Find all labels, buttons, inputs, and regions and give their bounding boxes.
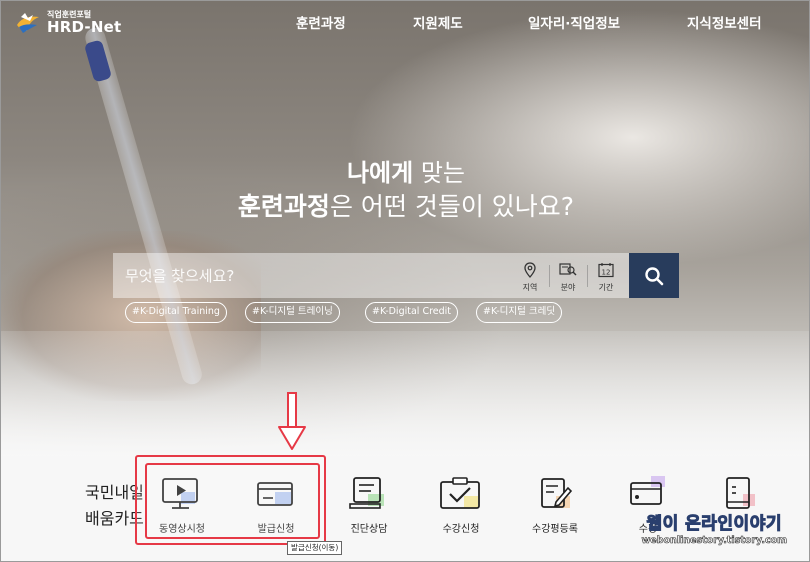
headline-line-2: 훈련과정은 어떤 것들이 있나요? (1, 188, 809, 226)
search-icon (645, 267, 664, 286)
hero-headline: 나에게 맞는 훈련과정은 어떤 것들이 있나요? (1, 158, 809, 226)
filter-field-label: 분야 (560, 283, 576, 292)
headline-line-2-rest: 은 어떤 것들이 있나요? (329, 192, 575, 221)
checklist-icon (440, 477, 480, 509)
review-pencil-icon (541, 478, 573, 508)
consult-screen-icon (349, 477, 384, 509)
service-diagnosis-consult[interactable]: 진단상담 (324, 474, 414, 535)
tag-k-digital-credit[interactable]: #K-Digital Credit (365, 302, 459, 323)
service-course-review[interactable]: 수강평등록 (510, 474, 600, 535)
headline-line-1-bold: 나에게 (346, 159, 414, 187)
headline-line-1: 나에게 맞는 (1, 158, 809, 188)
service-course-review-label: 수강평등록 (532, 524, 578, 535)
filter-region-button[interactable]: 지역 (511, 253, 549, 298)
service-diagnosis-consult-label: 진단상담 (350, 524, 388, 535)
calendar-day-text: 12 (602, 269, 611, 277)
headline-line-2-bold: 훈련과정 (237, 192, 330, 221)
highlight-inner-box (145, 463, 320, 539)
search-bar: 지역 분야 12 기간 (113, 253, 679, 298)
card-application-tooltip: 발급신청(이동) (287, 541, 343, 555)
tag-k-digital-training-kr[interactable]: #K-디지털 트레이닝 (245, 302, 340, 323)
document-icon (726, 477, 755, 509)
service-course-registration-label: 수강신청 (442, 524, 480, 535)
nav-knowledge-center[interactable]: 지식정보센터 (687, 12, 762, 32)
search-input[interactable] (113, 253, 511, 298)
service-document[interactable] (693, 474, 783, 514)
nav-job-info[interactable]: 일자리·직업정보 (528, 12, 620, 32)
location-pin-icon (524, 262, 536, 278)
top-navigation: 직업훈련포털 HRD-Net 훈련과정 지원제도 일자리·직업정보 지식정보센터 (1, 1, 809, 43)
nav-support-system[interactable]: 지원제도 (413, 12, 463, 32)
search-button[interactable] (629, 253, 679, 298)
tag-k-digital-training[interactable]: #K-Digital Training (125, 302, 227, 323)
watermark-url: webonlinestory.tistory.com (641, 535, 787, 547)
watermark-title: 웹이 온라인이야기 (646, 514, 782, 535)
calendar-icon: 12 (598, 263, 614, 278)
hero-background (1, 1, 809, 456)
course-history-icon (630, 476, 665, 505)
logo-name-text: HRD-Net (47, 18, 122, 36)
tag-k-digital-credit-kr[interactable]: #K-디지털 크레딧 (476, 302, 563, 323)
paper-image (1, 331, 809, 456)
field-search-icon (559, 263, 577, 276)
headline-line-1-rest: 맞는 (413, 159, 466, 187)
filter-field-button[interactable]: 분야 (549, 253, 587, 298)
service-course-registration[interactable]: 수강신청 (416, 474, 506, 535)
filter-period-button[interactable]: 12 기간 (587, 253, 625, 298)
filter-region-label: 지역 (522, 283, 538, 292)
page-frame: 직업훈련포털 HRD-Net 훈련과정 지원제도 일자리·직업정보 지식정보센터… (0, 0, 810, 562)
blog-watermark: 웹이 온라인이야기 webonlinestory.tistory.com (641, 509, 787, 547)
filter-period-label: 기간 (598, 283, 614, 292)
down-arrow-annotation-icon (278, 392, 306, 450)
hrd-net-logo[interactable]: 직업훈련포털 HRD-Net (15, 7, 135, 39)
nav-training-courses[interactable]: 훈련과정 (296, 12, 346, 32)
hrd-logo-icon (17, 13, 39, 33)
